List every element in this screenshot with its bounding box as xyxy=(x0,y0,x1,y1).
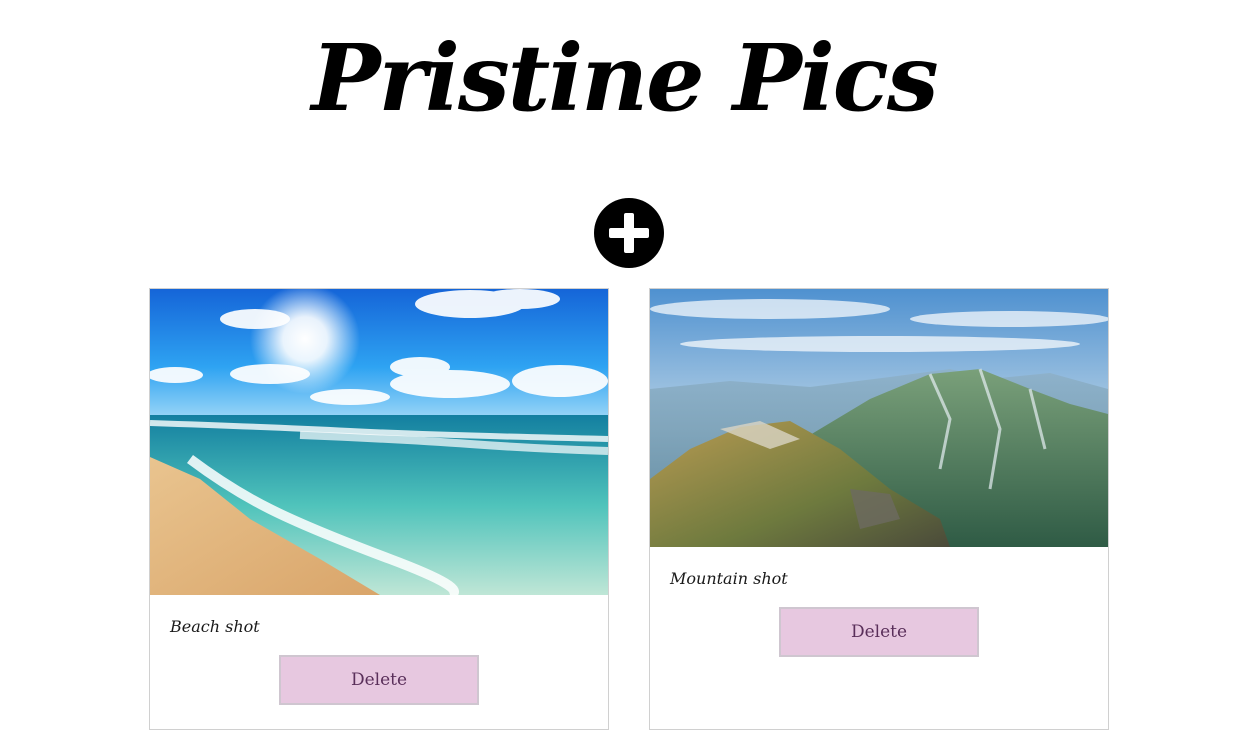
page-title: Pristine Pics xyxy=(311,24,938,132)
photo-caption: Beach shot xyxy=(170,617,260,636)
photo-card: Beach shot Delete xyxy=(149,288,609,730)
delete-button[interactable]: Delete xyxy=(279,655,479,705)
delete-button[interactable]: Delete xyxy=(779,607,979,657)
mountain-photo xyxy=(650,289,1108,547)
photo-caption: Mountain shot xyxy=(670,569,788,588)
add-photo-button[interactable] xyxy=(594,198,664,268)
beach-photo xyxy=(150,289,608,595)
photo-card: Mountain shot Delete xyxy=(649,288,1109,730)
